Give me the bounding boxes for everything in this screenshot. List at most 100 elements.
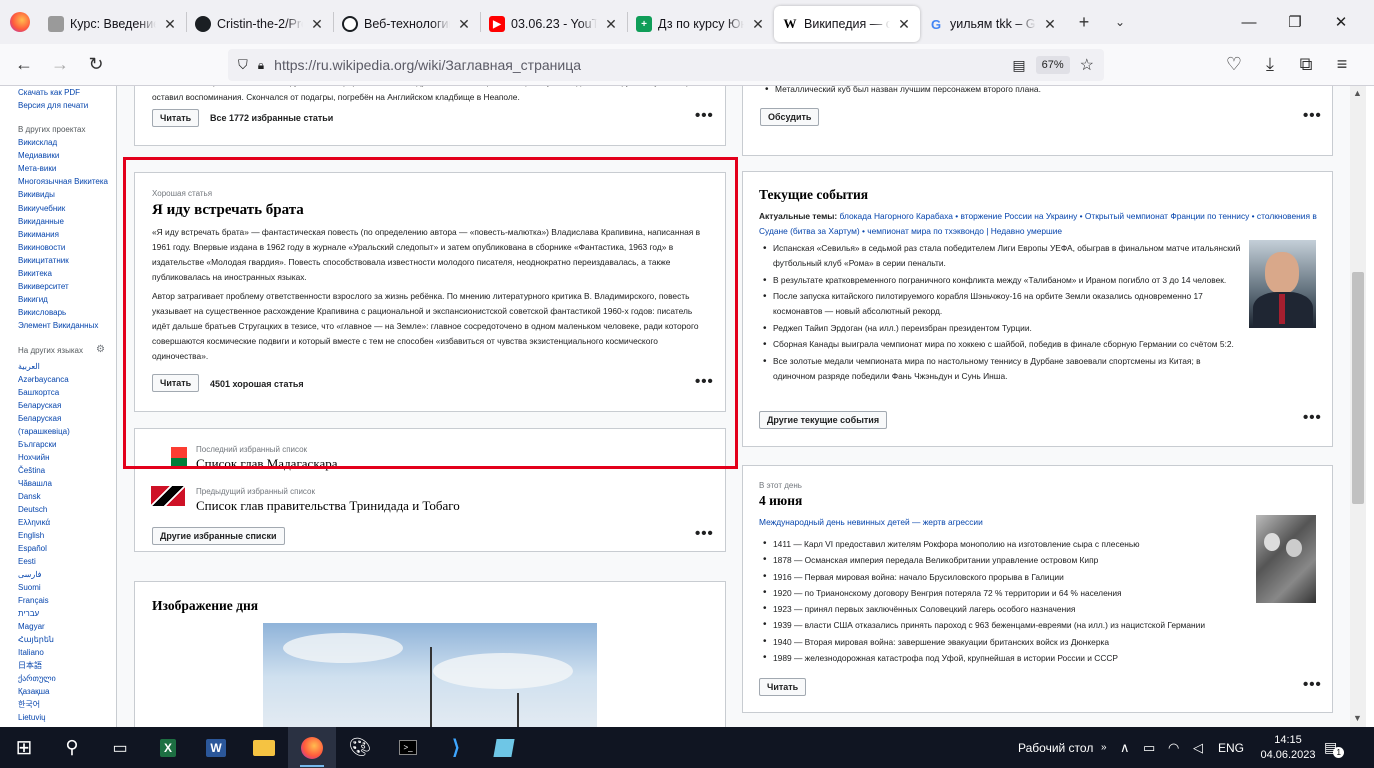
more-options-icon[interactable]: ••• (695, 525, 714, 542)
sidebar-language-link[interactable]: English (18, 532, 44, 540)
sidebar-language-link[interactable]: Magyar (18, 623, 45, 631)
menu-icon[interactable]: ≡ (1324, 49, 1360, 81)
battery-icon[interactable]: ▭ (1143, 727, 1155, 768)
sidebar-language-link[interactable]: Чӑвашла (18, 480, 52, 488)
sidebar-link-pdf[interactable]: Скачать как PDF (18, 89, 80, 97)
zoom-indicator[interactable]: 67% (1035, 56, 1070, 74)
sidebar-language-link[interactable]: Français (18, 597, 49, 605)
app-icon[interactable] (480, 727, 528, 768)
shield-icon[interactable]: ⛉ (238, 57, 248, 73)
sidebar-project-link[interactable]: Викиучебник (18, 204, 65, 213)
read-on-this-day-button[interactable]: Читать (759, 678, 807, 696)
desktop-label[interactable]: Рабочий стол (1018, 727, 1093, 768)
sidebar-language-link[interactable]: Eesti (18, 558, 36, 566)
sidebar-project-link[interactable]: Медиавики (18, 152, 59, 160)
address-bar[interactable]: ⛉ 🔒︎ https://ru.wikipedia.org/wiki/Загла… (228, 49, 1104, 81)
sidebar-project-link[interactable]: Викиновости (18, 243, 65, 252)
bookmark-star-icon[interactable]: ☆ (1080, 55, 1094, 75)
sidebar-project-link[interactable]: Викицитатник (18, 256, 69, 265)
erdogan-photo[interactable] (1249, 240, 1316, 328)
word-icon[interactable]: W (192, 727, 240, 768)
firefox-taskbar-icon[interactable] (288, 727, 336, 768)
sidebar-language-link[interactable]: Башҡортса (18, 389, 59, 397)
read-featured-button[interactable]: Читать (152, 109, 200, 127)
sidebar-project-link[interactable]: Викимания (18, 230, 59, 239)
volume-icon[interactable]: ◁ (1193, 727, 1203, 768)
sidebar-language-link[interactable]: Azərbaycanca (18, 376, 69, 384)
back-icon[interactable]: ← (6, 49, 42, 81)
close-tab-icon[interactable]: ✕ (456, 16, 472, 33)
more-options-icon[interactable]: ••• (1303, 676, 1322, 693)
sidebar-language-link[interactable]: العربية (18, 363, 40, 371)
tab-github[interactable]: Cristin-the-2/Proj ✕ (187, 6, 333, 42)
terminal-icon[interactable]: >_ (384, 727, 432, 768)
windows-start-icon[interactable]: ⊞ (0, 727, 48, 768)
clock[interactable]: 14:15 04.06.2023 (1260, 727, 1315, 768)
sidebar-project-link[interactable]: Викитека (18, 270, 52, 278)
sidebar-language-link[interactable]: ქართული (18, 675, 56, 683)
close-tab-icon[interactable]: ✕ (309, 16, 325, 33)
sidebar-language-link[interactable]: Deutsch (18, 506, 47, 514)
sidebar-project-link[interactable]: Викиданные (18, 217, 64, 226)
sidebar-language-link[interactable]: Čeština (18, 467, 45, 475)
discuss-button[interactable]: Обсудить (760, 108, 820, 126)
sidebar-language-link[interactable]: Italiano (18, 649, 44, 657)
tab-sheets[interactable]: + Дз по курсу Юни ✕ (628, 6, 774, 42)
forward-icon[interactable]: → (42, 49, 78, 81)
new-tab-icon[interactable]: + (1066, 4, 1102, 40)
page-scrollbar[interactable]: ▲ ▼ (1350, 86, 1366, 727)
image-of-day-photo[interactable] (263, 623, 597, 727)
reader-view-icon[interactable]: ▤ (1012, 57, 1025, 74)
sidebar-language-link[interactable]: Беларуская (18, 402, 61, 410)
gear-icon[interactable]: ⚙ (96, 344, 105, 355)
more-options-icon[interactable]: ••• (1303, 107, 1322, 124)
tab-google[interactable]: Gуильям tkk – Goo ✕ (920, 6, 1066, 42)
list-tabs-icon[interactable]: ⌄ (1102, 4, 1138, 40)
notification-icon[interactable]: ▤ 1 (1324, 727, 1345, 768)
desktop-toolbar-icon[interactable]: » (1101, 727, 1107, 768)
sidebar-language-link[interactable]: Қазақша (18, 688, 50, 696)
sidebar-language-link[interactable]: فارسی (18, 571, 42, 579)
restore-icon[interactable]: ❐ (1272, 0, 1318, 44)
sidebar-project-link[interactable]: Мета-вики (18, 165, 56, 173)
file-explorer-icon[interactable] (240, 727, 288, 768)
minimize-icon[interactable]: — (1226, 0, 1272, 44)
reload-icon[interactable]: ↻ (78, 49, 114, 81)
excel-icon[interactable]: X (144, 727, 192, 768)
more-lists-button[interactable]: Другие избранные списки (152, 527, 285, 545)
sidebar-link-print[interactable]: Версия для печати (18, 102, 88, 110)
task-view-icon[interactable]: ▭ (96, 727, 144, 768)
sidebar-project-link[interactable]: Элемент Викиданных (18, 322, 98, 330)
sidebar-language-link[interactable]: 한국어 (18, 701, 40, 709)
sidebar-language-link[interactable]: Нохчийн (18, 454, 49, 462)
more-options-icon[interactable]: ••• (1303, 409, 1322, 426)
close-tab-icon[interactable]: ✕ (1042, 16, 1058, 33)
sidebar-language-link[interactable]: (тарашкевіца) (18, 428, 70, 436)
sidebar-project-link[interactable]: Викисклад (18, 139, 57, 147)
input-language[interactable]: ENG (1218, 727, 1244, 768)
sidebar-language-link[interactable]: Ελληνικά (18, 519, 50, 527)
search-icon[interactable]: ⚲ (48, 727, 96, 768)
url-text[interactable]: https://ru.wikipedia.org/wiki/Заглавная_… (274, 57, 1002, 73)
tab-course[interactable]: Курс: Введение в ✕ (40, 6, 186, 42)
more-options-icon[interactable]: ••• (695, 107, 714, 124)
close-tab-icon[interactable]: ✕ (162, 16, 178, 33)
wifi-icon[interactable]: ◠ (1168, 727, 1179, 768)
sidebar-project-link[interactable]: Викивиды (18, 191, 55, 199)
vscode-icon[interactable]: ⟩ (432, 727, 480, 768)
more-events-button[interactable]: Другие текущие события (759, 411, 888, 429)
downloads-icon[interactable]: ⤓ (1252, 49, 1288, 81)
sidebar-language-link[interactable]: Беларуская (18, 415, 61, 423)
sidebar-project-link[interactable]: Викиверситет (18, 283, 69, 291)
sidebar-project-link[interactable]: Многоязычная Викитека (18, 178, 108, 186)
sidebar-language-link[interactable]: עברית (18, 610, 39, 618)
sidebar-language-link[interactable]: Español (18, 545, 47, 553)
tab-wikipedia[interactable]: W Википедия — сво ✕ (774, 6, 920, 42)
sidebar-language-link[interactable]: Lietuvių (18, 714, 46, 722)
close-tab-icon[interactable]: ✕ (896, 16, 912, 33)
tab-webtech[interactable]: Веб-технологии: ✕ (334, 6, 480, 42)
firefox-menu-icon[interactable] (0, 0, 40, 44)
on-this-day-subtitle[interactable]: Международный день невинных детей — жерт… (759, 517, 983, 527)
prev-list-title[interactable]: Список глав правительства Тринидада и То… (196, 498, 460, 514)
close-tab-icon[interactable]: ✕ (603, 16, 619, 33)
